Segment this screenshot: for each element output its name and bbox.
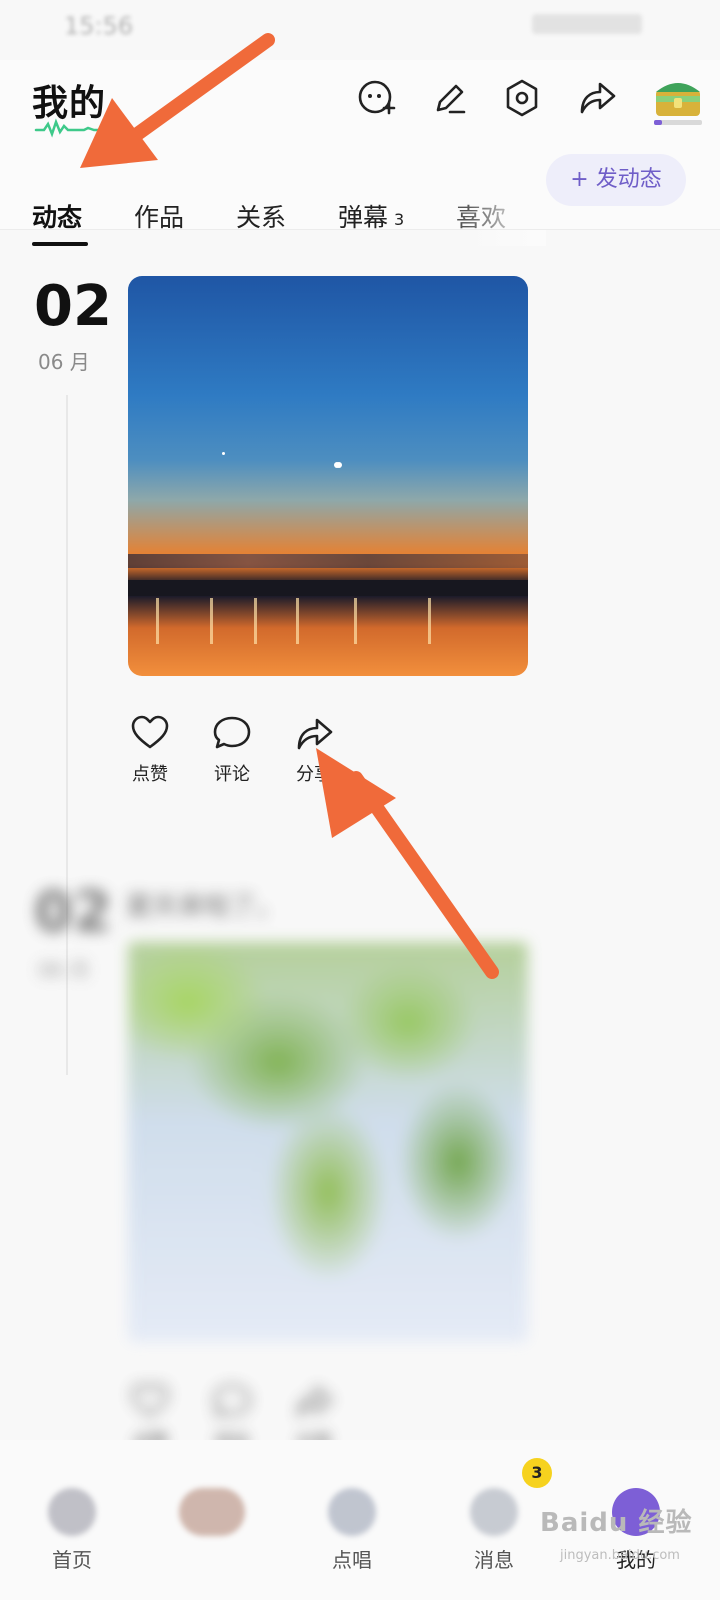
chat-add-icon[interactable] [354, 76, 398, 120]
settings-icon[interactable] [500, 76, 544, 120]
comment-icon [213, 716, 251, 749]
status-icons [532, 14, 642, 34]
like-label: 点赞 [132, 764, 168, 785]
light-reflection [428, 598, 431, 644]
tabbar-messages[interactable]: 消息 [444, 1488, 544, 1573]
tabbar-label: 消息 [474, 1548, 514, 1572]
heart-icon [131, 715, 169, 749]
tabbar-sing[interactable]: 点唱 [302, 1488, 402, 1573]
post-date-month: 06 月 [38, 958, 90, 982]
edit-icon[interactable] [428, 76, 472, 120]
message-badge: 3 [522, 1458, 552, 1488]
share-icon[interactable] [574, 76, 618, 120]
light-reflection [254, 598, 257, 644]
comment-button[interactable]: 评论 [202, 712, 262, 786]
post-date-month: 06 月 [38, 350, 90, 374]
tabbar-label: 点唱 [332, 1548, 372, 1572]
post-actions: 点赞 评论 分享 [120, 712, 360, 792]
avatar-icon [179, 1488, 245, 1536]
tabbar-feed[interactable] [162, 1488, 262, 1544]
tabbar-label: 首页 [52, 1548, 92, 1572]
post-image[interactable] [128, 942, 528, 1342]
star [222, 452, 225, 455]
light-reflection [296, 598, 299, 644]
comment-icon [213, 1384, 251, 1418]
like-button[interactable]: 点赞 [120, 712, 180, 786]
message-icon [470, 1488, 518, 1536]
post-caption: 夏天来啦了。 [126, 892, 283, 922]
home-icon [48, 1488, 96, 1536]
light-reflection [354, 598, 357, 644]
status-bar: 15:56 [0, 0, 720, 50]
light-reflection [210, 598, 213, 644]
post-date-day: 02 [34, 274, 112, 339]
watermark-url: jingyan.baidu.com [560, 1548, 680, 1563]
microphone-icon [328, 1488, 376, 1536]
share-button[interactable]: 分享 [284, 712, 344, 786]
post-image[interactable] [128, 276, 528, 676]
new-post-button[interactable]: + 发动态 [546, 154, 686, 206]
share-icon [297, 1385, 333, 1417]
tab-badge: 3 [394, 209, 405, 229]
watermark: Baidu 经验 [540, 1508, 693, 1538]
heart-icon [131, 1383, 169, 1417]
treasure-chest-icon[interactable] [652, 72, 704, 126]
tabbar-home[interactable]: 首页 [22, 1488, 122, 1573]
status-time: 15:56 [64, 12, 134, 40]
share-label: 分享 [296, 764, 332, 785]
clouds [128, 554, 528, 568]
profile-header: 我的 动态 作品 关系 弹幕3 喜欢 + 发动态 [0, 60, 720, 246]
post-date-day: 02 [34, 880, 112, 945]
light-reflection [156, 598, 159, 644]
comment-label: 评论 [214, 764, 250, 785]
voice-wave-icon [34, 118, 104, 138]
share-icon [297, 718, 333, 750]
shoreline [128, 580, 528, 596]
moments-feed: 02 06 月 点赞 评论 分享 02 06 月 夏天来啦了。 [0, 230, 720, 1500]
moon [334, 462, 340, 468]
